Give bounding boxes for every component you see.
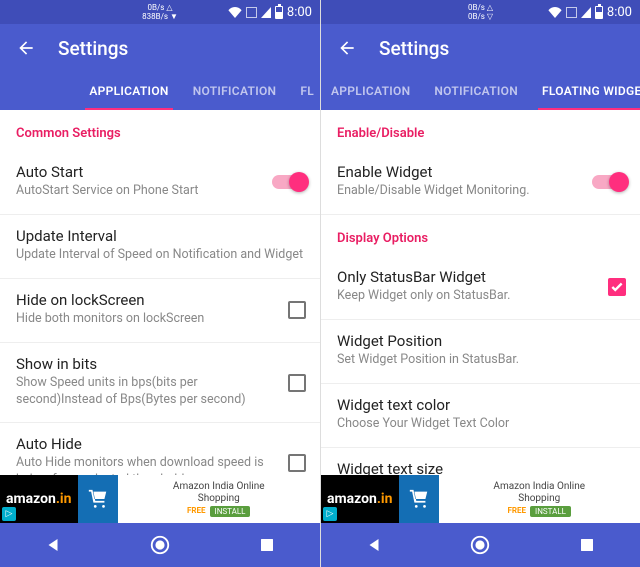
ad-banner[interactable]: ▷ amazon.in Amazon India OnlineShopping … — [0, 475, 320, 523]
netspeed-indicator: 0B/s △0B/s ▽ — [468, 3, 493, 21]
phone-right: 0B/s △0B/s ▽ 8:00 Settings APPLICATION N… — [320, 0, 640, 567]
item-widget-color[interactable]: Widget text color Choose Your Widget Tex… — [321, 384, 640, 448]
section-common-settings: Common Settings — [0, 110, 320, 151]
switch-auto-start[interactable] — [272, 175, 306, 189]
nav-recent-icon[interactable] — [253, 531, 281, 559]
signal-icon — [261, 7, 271, 18]
page-title: Settings — [379, 37, 449, 60]
page-title: Settings — [58, 37, 128, 60]
install-button[interactable]: INSTALL — [530, 506, 571, 518]
nav-home-icon[interactable] — [466, 531, 494, 559]
nav-home-icon[interactable] — [146, 531, 174, 559]
battery-icon — [275, 6, 283, 19]
phone-left: 0B/s △838B/s ▼ 8:00 Settings APPLICATION… — [0, 0, 320, 567]
wifi-icon — [228, 7, 242, 18]
tab-notification[interactable]: NOTIFICATION — [181, 72, 289, 110]
tabs: APPLICATION NOTIFICATION FL — [0, 72, 320, 110]
navbar — [321, 523, 640, 567]
item-auto-hide[interactable]: Auto Hide Auto Hide monitors when downlo… — [0, 423, 320, 475]
cart-icon — [78, 475, 118, 523]
nav-back-icon[interactable] — [39, 531, 67, 559]
appbar: Settings APPLICATION NOTIFICATION FL — [0, 24, 320, 110]
switch-enable-widget[interactable] — [592, 175, 626, 189]
tab-notification[interactable]: NOTIFICATION — [422, 72, 530, 110]
wifi-icon — [548, 7, 562, 18]
item-update-interval[interactable]: Update Interval Update Interval of Speed… — [0, 215, 320, 279]
nav-recent-icon[interactable] — [573, 531, 601, 559]
section-display-options: Display Options — [321, 215, 640, 256]
tab-floating[interactable]: FL — [288, 72, 316, 110]
item-enable-widget[interactable]: Enable Widget Enable/Disable Widget Moni… — [321, 151, 640, 215]
tab-floating[interactable]: FLOATING WIDGET — [530, 72, 640, 110]
content-application: Common Settings Auto Start AutoStart Ser… — [0, 110, 320, 475]
netspeed-indicator: 0B/s △838B/s ▼ — [142, 3, 178, 21]
clock: 8:00 — [607, 5, 632, 20]
ad-text: Amazon India OnlineShopping FREEINSTALL — [118, 475, 321, 523]
ad-marker-icon[interactable]: ▷ — [323, 507, 337, 521]
item-auto-start[interactable]: Auto Start AutoStart Service on Phone St… — [0, 151, 320, 215]
item-widget-size[interactable]: Widget text size Normal — [321, 448, 640, 476]
back-icon[interactable] — [16, 38, 36, 58]
section-enable-disable: Enable/Disable — [321, 110, 640, 151]
checkbox-auto-hide[interactable] — [288, 454, 306, 472]
signal-icon — [581, 7, 591, 18]
network-icon — [566, 7, 577, 18]
network-icon — [246, 7, 257, 18]
item-widget-position[interactable]: Widget Position Set Widget Position in S… — [321, 320, 640, 384]
battery-icon — [595, 6, 603, 19]
item-show-bits[interactable]: Show in bits Show Speed units in bps(bit… — [0, 343, 320, 424]
tab-application[interactable]: APPLICATION — [325, 72, 422, 110]
navbar — [0, 523, 320, 567]
tabs: APPLICATION NOTIFICATION FLOATING WIDGET — [321, 72, 640, 110]
tab-application[interactable]: APPLICATION — [77, 72, 180, 110]
checkbox-only-statusbar[interactable] — [608, 278, 626, 296]
ad-text: Amazon India OnlineShopping FREEINSTALL — [439, 475, 640, 523]
statusbar: 0B/s △838B/s ▼ 8:00 — [0, 0, 320, 24]
checkbox-show-bits[interactable] — [288, 374, 306, 392]
install-button[interactable]: INSTALL — [210, 506, 251, 518]
appbar: Settings APPLICATION NOTIFICATION FLOATI… — [321, 24, 640, 110]
nav-back-icon[interactable] — [360, 531, 388, 559]
clock: 8:00 — [287, 5, 312, 20]
checkbox-hide-lockscreen[interactable] — [288, 301, 306, 319]
ad-marker-icon[interactable]: ▷ — [2, 507, 16, 521]
ad-banner[interactable]: ▷ amazon.in Amazon India OnlineShopping … — [321, 475, 640, 523]
cart-icon — [399, 475, 439, 523]
statusbar: 0B/s △0B/s ▽ 8:00 — [321, 0, 640, 24]
item-only-statusbar[interactable]: Only StatusBar Widget Keep Widget only o… — [321, 256, 640, 320]
item-hide-lockscreen[interactable]: Hide on lockScreen Hide both monitors on… — [0, 279, 320, 343]
back-icon[interactable] — [337, 38, 357, 58]
content-floating: Enable/Disable Enable Widget Enable/Disa… — [321, 110, 640, 475]
